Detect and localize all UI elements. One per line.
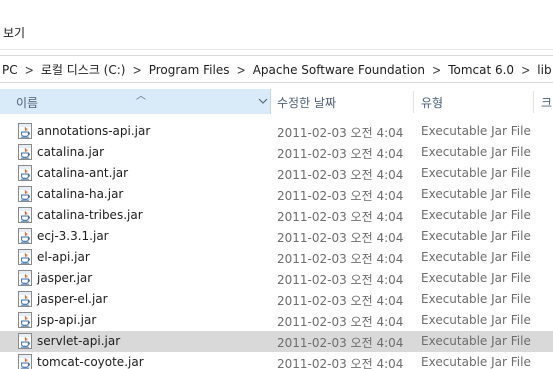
file-type: Executable Jar File xyxy=(421,208,531,222)
chevron-down-icon[interactable] xyxy=(258,96,268,106)
file-row[interactable]: tomcat-coyote.jar 2011-02-03 오전 4:04 Exe… xyxy=(0,352,553,369)
column-header-date[interactable]: 수정한 날짜 xyxy=(277,94,336,111)
column-header-name[interactable]: ︿ 이름 xyxy=(0,89,271,114)
sort-ascending-icon: ︿ xyxy=(136,91,146,102)
file-row[interactable]: catalina-ant.jar 2011-02-03 오전 4:04 Exec… xyxy=(0,163,553,184)
breadcrumb-item-local-disk[interactable]: 로컬 디스크 (C:) xyxy=(41,61,126,78)
file-row[interactable]: ecj-3.3.1.jar 2011-02-03 오전 4:04 Executa… xyxy=(0,226,553,247)
file-modified-date: 2011-02-03 오전 4:04 xyxy=(277,231,404,245)
file-modified-date: 2011-02-03 오전 4:04 xyxy=(277,147,404,161)
file-type: Executable Jar File xyxy=(421,187,531,201)
breadcrumb-item-lib[interactable]: lib xyxy=(537,63,551,77)
file-type: Executable Jar File xyxy=(421,313,531,327)
chevron-right-icon[interactable]: > xyxy=(236,63,245,79)
breadcrumb-item-program-files[interactable]: Program Files xyxy=(149,63,230,77)
chevron-right-icon[interactable]: > xyxy=(432,63,441,79)
file-type: Executable Jar File xyxy=(421,166,531,180)
chevron-right-icon[interactable]: > xyxy=(521,63,530,79)
file-row[interactable]: catalina-tribes.jar 2011-02-03 오전 4:04 E… xyxy=(0,205,553,226)
breadcrumb: PC > 로컬 디스크 (C:) > Program Files > Apache Soft… xyxy=(2,61,552,79)
file-name: ecj-3.3.1.jar xyxy=(37,229,109,243)
file-modified-date: 2011-02-03 오전 4:04 xyxy=(277,294,404,308)
file-name: catalina-ant.jar xyxy=(37,166,129,180)
file-modified-date: 2011-02-03 오전 4:04 xyxy=(277,126,404,140)
file-modified-date: 2011-02-03 오전 4:04 xyxy=(277,273,404,287)
java-jar-file-icon xyxy=(18,270,32,286)
file-modified-date: 2011-02-03 오전 4:04 xyxy=(277,252,404,266)
file-name: jasper.jar xyxy=(37,271,93,285)
java-jar-file-icon xyxy=(18,123,32,139)
menu-bar: 보기 xyxy=(0,0,553,50)
file-row[interactable]: annotations-api.jar 2011-02-03 오전 4:04 E… xyxy=(0,121,553,142)
file-type: Executable Jar File xyxy=(421,229,531,243)
file-row[interactable]: jasper-el.jar 2011-02-03 오전 4:04 Executa… xyxy=(0,289,553,310)
file-name: annotations-api.jar xyxy=(37,124,151,138)
file-type: Executable Jar File xyxy=(421,124,531,138)
breadcrumb-item-pc[interactable]: PC xyxy=(2,63,18,77)
chevron-right-icon[interactable]: > xyxy=(25,63,34,79)
java-jar-file-icon xyxy=(18,354,32,369)
file-row[interactable]: jasper.jar 2011-02-03 오전 4:04 Executable… xyxy=(0,268,553,289)
file-row[interactable]: servlet-api.jar 2011-02-03 오전 4:04 Execu… xyxy=(0,331,553,352)
file-type: Executable Jar File xyxy=(421,292,531,306)
file-type: Executable Jar File xyxy=(421,271,531,285)
file-type: Executable Jar File xyxy=(421,145,531,159)
column-divider[interactable] xyxy=(413,91,414,113)
column-header-type[interactable]: 유형 xyxy=(421,94,443,111)
java-jar-file-icon xyxy=(18,333,32,349)
file-name: jasper-el.jar xyxy=(37,292,108,306)
file-modified-date: 2011-02-03 오전 4:04 xyxy=(277,168,404,182)
file-name: catalina.jar xyxy=(37,145,105,159)
column-header-size[interactable]: 크 xyxy=(541,94,552,111)
column-header-row: ︿ 이름 수정한 날짜 유형 크 xyxy=(0,89,553,114)
java-jar-file-icon xyxy=(18,165,32,181)
java-jar-file-icon xyxy=(18,312,32,328)
file-name: catalina-tribes.jar xyxy=(37,208,143,222)
java-jar-file-icon xyxy=(18,291,32,307)
java-jar-file-icon xyxy=(18,186,32,202)
file-modified-date: 2011-02-03 오전 4:04 xyxy=(277,315,404,329)
file-modified-date: 2011-02-03 오전 4:04 xyxy=(277,210,404,224)
file-name: tomcat-coyote.jar xyxy=(37,355,144,369)
file-row[interactable]: el-api.jar 2011-02-03 오전 4:04 Executable… xyxy=(0,247,553,268)
java-jar-file-icon xyxy=(18,144,32,160)
file-name: catalina-ha.jar xyxy=(37,187,124,201)
breadcrumb-item-tomcat[interactable]: Tomcat 6.0 xyxy=(448,63,514,77)
file-type: Executable Jar File xyxy=(421,334,531,348)
chevron-right-icon[interactable]: > xyxy=(132,63,141,79)
menu-view[interactable]: 보기 xyxy=(3,24,25,41)
file-type: Executable Jar File xyxy=(421,250,531,264)
breadcrumb-item-apache[interactable]: Apache Software Foundation xyxy=(253,63,425,77)
address-bar[interactable]: PC > 로컬 디스크 (C:) > Program Files > Apache Soft… xyxy=(0,55,553,83)
java-jar-file-icon xyxy=(18,228,32,244)
file-list: annotations-api.jar 2011-02-03 오전 4:04 E… xyxy=(0,121,553,369)
file-row[interactable]: jsp-api.jar 2011-02-03 오전 4:04 Executabl… xyxy=(0,310,553,331)
column-header-name-label: 이름 xyxy=(16,96,39,110)
file-modified-date: 2011-02-03 오전 4:04 xyxy=(277,357,404,369)
java-jar-file-icon xyxy=(18,207,32,223)
column-divider[interactable] xyxy=(533,91,534,113)
file-name: jsp-api.jar xyxy=(37,313,97,327)
file-modified-date: 2011-02-03 오전 4:04 xyxy=(277,189,404,203)
file-modified-date: 2011-02-03 오전 4:04 xyxy=(277,336,404,350)
file-name: el-api.jar xyxy=(37,250,90,264)
file-explorer-window: 보기 PC > 로컬 디스크 (C:) > Program Files > Apache S… xyxy=(0,0,553,369)
file-row[interactable]: catalina-ha.jar 2011-02-03 오전 4:04 Execu… xyxy=(0,184,553,205)
file-name: servlet-api.jar xyxy=(37,334,121,348)
file-row[interactable]: catalina.jar 2011-02-03 오전 4:04 Executab… xyxy=(0,142,553,163)
java-jar-file-icon xyxy=(18,249,32,265)
file-type: Executable Jar File xyxy=(421,355,531,369)
